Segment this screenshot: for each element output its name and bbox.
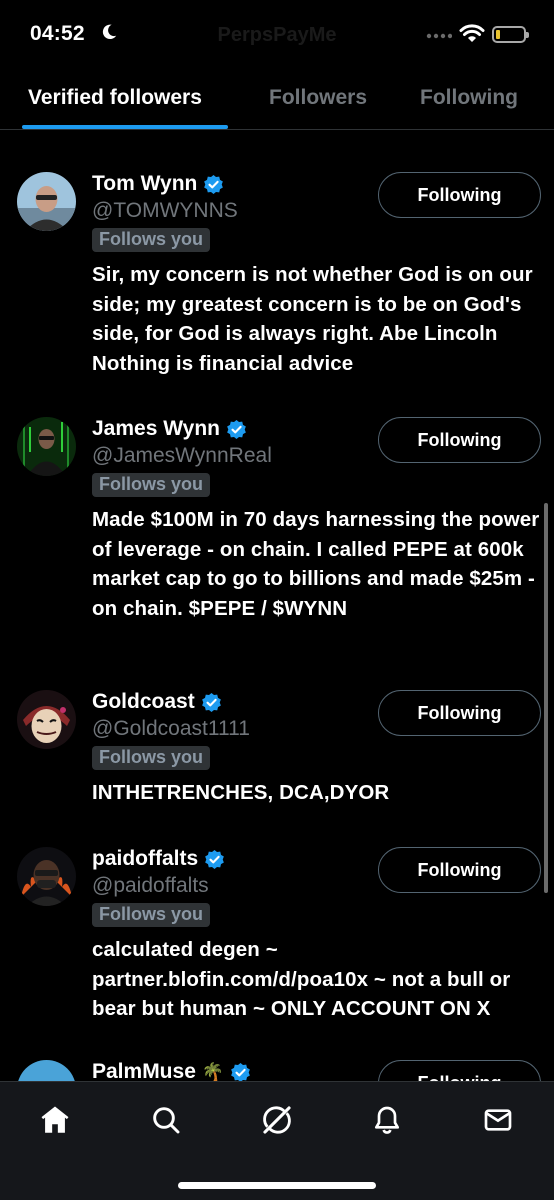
list-item[interactable]: James Wynn @JamesWynnReal Follows you Ma… xyxy=(0,417,554,657)
user-bio: Sir, my concern is not whether God is on… xyxy=(92,263,533,375)
avatar[interactable] xyxy=(17,417,76,476)
user-name-row: James Wynn xyxy=(92,417,247,441)
user-bio: calculated degen ~ partner.blofin.com/d/… xyxy=(92,938,511,1020)
cartoon-character-icon xyxy=(17,847,76,906)
home-indicator[interactable] xyxy=(178,1182,376,1189)
tab-verified-followers[interactable]: Verified followers xyxy=(28,86,202,110)
follower-list[interactable]: Tom Wynn @TOMWYNNS Follows you Sir, my c… xyxy=(0,131,554,1081)
grok-icon xyxy=(263,1106,291,1134)
signal-dots-icon xyxy=(426,33,452,39)
user-name-row: paidoffalts xyxy=(92,847,225,871)
user-handle[interactable]: @TOMWYNNS xyxy=(92,199,238,223)
user-name-row: Goldcoast xyxy=(92,690,222,714)
follows-you-badge: Follows you xyxy=(92,228,211,252)
verified-badge-icon xyxy=(204,174,224,194)
active-tab-indicator xyxy=(22,125,228,129)
user-name-row: PalmMuse 🌴 xyxy=(92,1060,251,1081)
user-name-row: Tom Wynn xyxy=(92,172,224,196)
home-icon xyxy=(41,1106,69,1133)
following-button[interactable]: Following xyxy=(378,417,541,463)
palm-tree-icon: 🌴 xyxy=(201,1061,225,1082)
follows-you-badge: Follows you xyxy=(92,473,211,497)
mail-icon xyxy=(484,1109,512,1131)
following-button[interactable]: Following xyxy=(378,690,541,736)
nav-grok[interactable] xyxy=(257,1100,297,1140)
tab-bar: Verified followers Followers Following xyxy=(0,70,554,130)
avatar[interactable] xyxy=(17,172,76,231)
search-icon xyxy=(153,1107,180,1134)
follows-you-badge: Follows you xyxy=(92,746,211,770)
user-name[interactable]: Tom Wynn xyxy=(92,172,197,196)
user-bio: INTHETRENCHES, DCA,DYOR xyxy=(92,781,390,804)
nav-home[interactable] xyxy=(35,1100,75,1140)
user-handle[interactable]: @paidoffalts xyxy=(92,874,209,898)
person-photo-icon xyxy=(17,172,76,231)
avatar[interactable] xyxy=(17,690,76,749)
wifi-icon xyxy=(459,24,485,42)
tab-followers[interactable]: Followers xyxy=(269,86,367,110)
list-item[interactable]: Tom Wynn @TOMWYNNS Follows you Sir, my c… xyxy=(0,172,554,382)
nav-notifications[interactable] xyxy=(367,1100,407,1140)
user-handle[interactable]: @JamesWynnReal xyxy=(92,444,272,468)
following-button[interactable]: Following xyxy=(378,172,541,218)
verified-badge-icon xyxy=(227,419,246,439)
user-bio: Made $100M in 70 days harnessing the pow… xyxy=(92,508,540,620)
beach-photo-icon xyxy=(17,1060,76,1081)
nav-messages[interactable] xyxy=(478,1100,518,1140)
follows-you-badge: Follows you xyxy=(92,903,211,927)
user-name[interactable]: James Wynn xyxy=(92,417,220,441)
following-button[interactable]: Following xyxy=(378,847,541,893)
user-name[interactable]: PalmMuse xyxy=(92,1060,196,1081)
mask-icon xyxy=(17,690,76,749)
user-name[interactable]: Goldcoast xyxy=(92,690,195,714)
nav-search[interactable] xyxy=(146,1100,186,1140)
verified-badge-icon xyxy=(201,692,221,712)
bell-icon xyxy=(375,1106,399,1134)
status-bar: 04:52 PerpsPayMe xyxy=(0,0,554,70)
scrollbar[interactable] xyxy=(544,503,548,893)
verified-badge-icon xyxy=(205,849,225,869)
verified-badge-icon xyxy=(231,1062,251,1081)
user-name[interactable]: paidoffalts xyxy=(92,847,198,871)
avatar[interactable] xyxy=(17,1060,76,1081)
list-item[interactable]: Goldcoast @Goldcoast1111 Follows you INT… xyxy=(0,690,554,810)
list-item[interactable]: paidoffalts @paidoffalts Follows you cal… xyxy=(0,847,554,1027)
tab-following[interactable]: Following xyxy=(420,86,518,110)
matrix-person-icon xyxy=(17,417,76,476)
user-handle[interactable]: @Goldcoast1111 xyxy=(92,717,250,741)
battery-icon xyxy=(492,26,529,43)
avatar[interactable] xyxy=(17,847,76,906)
following-button[interactable]: Following xyxy=(378,1060,541,1081)
list-item[interactable]: PalmMuse 🌴 Following xyxy=(0,1060,554,1081)
